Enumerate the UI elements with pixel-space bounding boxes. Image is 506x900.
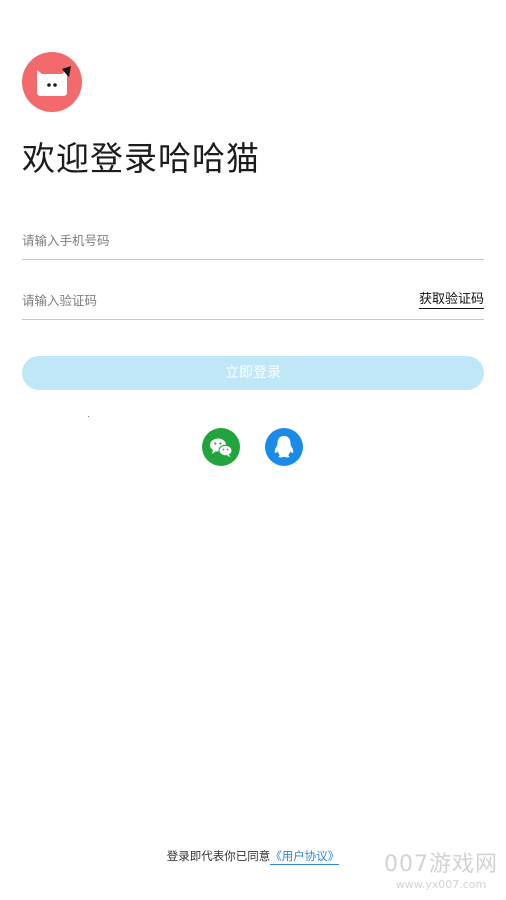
watermark-title: 007游戏网 bbox=[384, 852, 498, 877]
cat-face-icon bbox=[37, 66, 71, 96]
phone-input[interactable] bbox=[22, 225, 402, 255]
wechat-icon bbox=[210, 438, 233, 458]
qq-login-button[interactable] bbox=[265, 428, 303, 466]
verification-code-input[interactable] bbox=[22, 285, 402, 315]
qq-icon bbox=[274, 436, 294, 458]
stray-dot bbox=[88, 416, 89, 417]
phone-field[interactable] bbox=[22, 225, 484, 260]
get-code-button[interactable]: 获取验证码 bbox=[418, 292, 484, 309]
user-agreement-link[interactable]: 《用户协议》 bbox=[270, 849, 340, 865]
agreement-prefix: 登录即代表你已同意 bbox=[166, 849, 271, 863]
watermark-url: www.yx007.com bbox=[395, 878, 487, 891]
wechat-login-button[interactable] bbox=[202, 428, 240, 466]
watermark: 007游戏网 www.yx007.com bbox=[384, 852, 498, 892]
welcome-title: 欢迎登录哈哈猫 bbox=[22, 139, 260, 178]
verification-code-field[interactable]: 获取验证码 bbox=[22, 285, 484, 320]
login-button[interactable]: 立即登录 bbox=[22, 356, 484, 390]
app-logo bbox=[22, 52, 82, 112]
